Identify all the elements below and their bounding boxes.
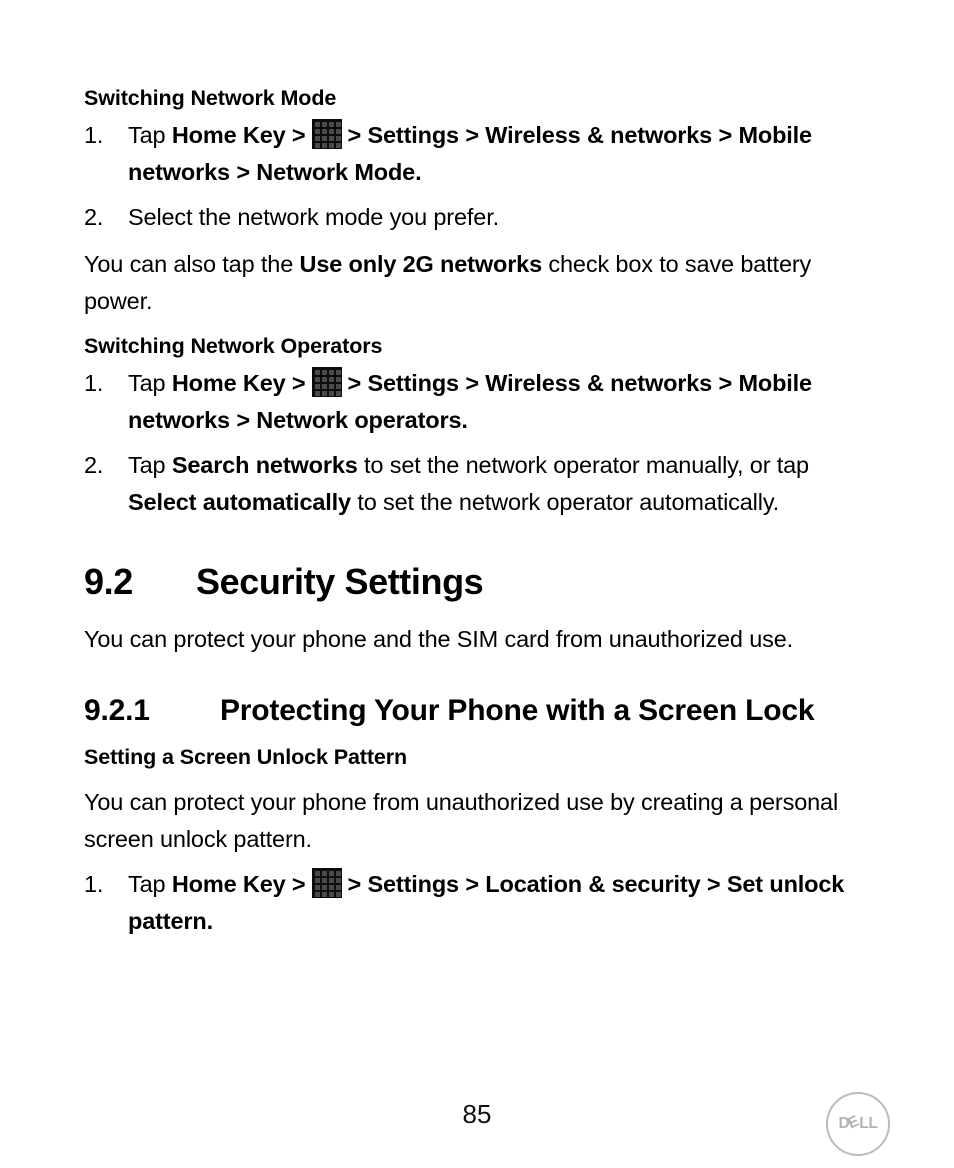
document-page: Switching Network Mode 1. Tap Home Key >… [0,0,954,1168]
section-number: 9.2 [84,561,133,602]
step-text-bold: Home Key > [171,871,306,897]
list-item: 1. Tap Home Key > > Settings > Wireless … [84,365,874,439]
step-text-plain: Tap [128,370,172,396]
step-text-plain-2: to set the network operator manually, or… [357,452,809,478]
heading-setting-screen-unlock-pattern: Setting a Screen Unlock Pattern [84,745,408,769]
step-text: Tap Home Key > > Settings > Location & s… [128,868,844,934]
page-footer: 85 D E LL [0,1092,954,1168]
step-text: Select the network mode you prefer. [128,204,499,230]
subsection-intro: You can protect your phone from unauthor… [84,789,839,852]
steps-set-unlock-pattern: 1. Tap Home Key > > Settings > Location … [84,866,874,940]
app-drawer-grid-icon [311,119,342,149]
steps-switching-network-mode: 1. Tap Home Key > > Settings > Wireless … [84,117,874,236]
step-text-plain: Tap [128,122,172,148]
dell-logo-letters-ll: LL [859,1115,878,1132]
list-marker: 2. [84,452,104,478]
step-text: Tap Search networks to set the network o… [128,452,809,515]
step-text-plain-3: to set the network operator automaticall… [350,489,780,515]
dell-logo: D E LL [826,1092,890,1156]
note-text-bold: Use only 2G networks [299,251,543,277]
list-item: 2. Select the network mode you prefer. [84,199,874,236]
note-2g-networks: You can also tap the Use only 2G network… [84,246,874,320]
heading-switching-network-mode: Switching Network Mode [84,86,337,110]
list-marker: 1. [84,370,104,396]
list-item: 1. Tap Home Key > > Settings > Location … [84,866,874,940]
section-heading-9-2: 9.2 Security Settings [84,559,874,605]
steps-switching-network-operators: 1. Tap Home Key > > Settings > Wireless … [84,365,874,521]
list-marker: 1. [84,871,104,897]
section-intro-9-2: You can protect your phone and the SIM c… [84,626,794,652]
step-text-plain: Tap [128,871,172,897]
step-text-bold: Home Key > [171,122,306,148]
app-drawer-grid-icon [311,367,342,397]
step-text-bold-2: Select automatically [128,489,351,515]
dell-logo-text: D E LL [828,1094,888,1154]
list-marker: 1. [84,122,104,148]
heading-switching-network-operators: Switching Network Operators [84,334,383,358]
step-text-bold: Home Key > [171,370,306,396]
step-text-bold: Search networks [171,452,358,478]
subsection-heading-9-2-1: 9.2.1 Protecting Your Phone with a Scree… [84,688,874,733]
subsection-title-line-1: Protecting Your Phone with a Screen [220,694,737,727]
subsection-title: Protecting Your Phone with a Screen Lock [220,688,874,733]
subsection-number: 9.2.1 [84,694,150,727]
page-content: Switching Network Mode 1. Tap Home Key >… [84,84,874,940]
subsection-title-line-2: Lock [745,694,815,727]
list-item: 2. Tap Search networks to set the networ… [84,447,874,521]
page-number: 85 [462,1099,492,1129]
step-text: Tap Home Key > > Settings > Wireless & n… [128,119,812,185]
step-text: Tap Home Key > > Settings > Wireless & n… [128,367,812,433]
section-title: Security Settings [196,561,484,602]
list-item: 1. Tap Home Key > > Settings > Wireless … [84,117,874,191]
step-text-plain: Tap [128,452,172,478]
list-marker: 2. [84,204,104,230]
note-text-plain: You can also tap the [84,251,300,277]
app-drawer-grid-icon [311,868,342,898]
